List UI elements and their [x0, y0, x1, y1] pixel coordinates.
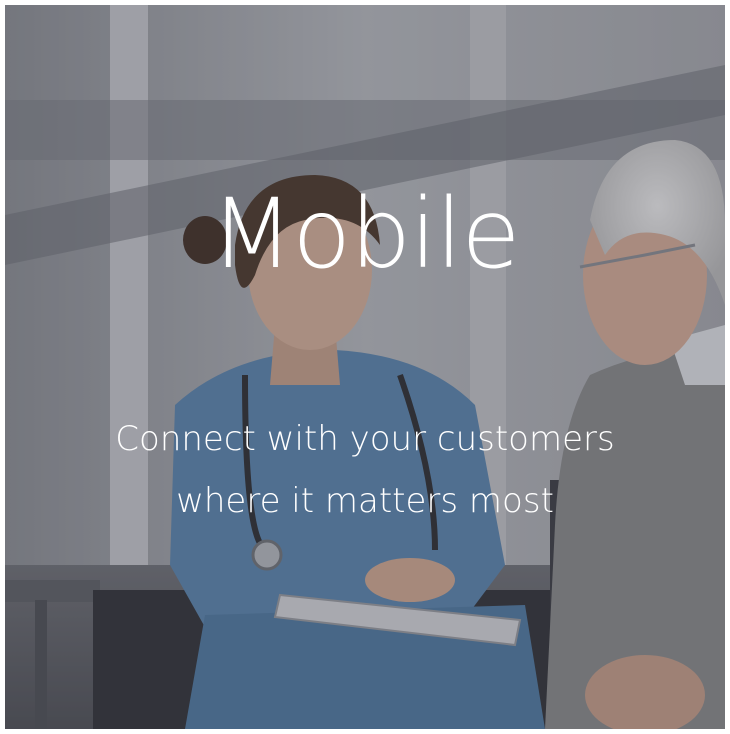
- dark-overlay: [5, 5, 725, 729]
- headline: Mobile: [210, 178, 521, 290]
- hero-tile[interactable]: Mobile Connect with your customers where…: [5, 5, 725, 729]
- subtitle-line-1: Connect with your customers: [115, 419, 615, 459]
- subtitle-line-2: where it matters most: [176, 481, 554, 521]
